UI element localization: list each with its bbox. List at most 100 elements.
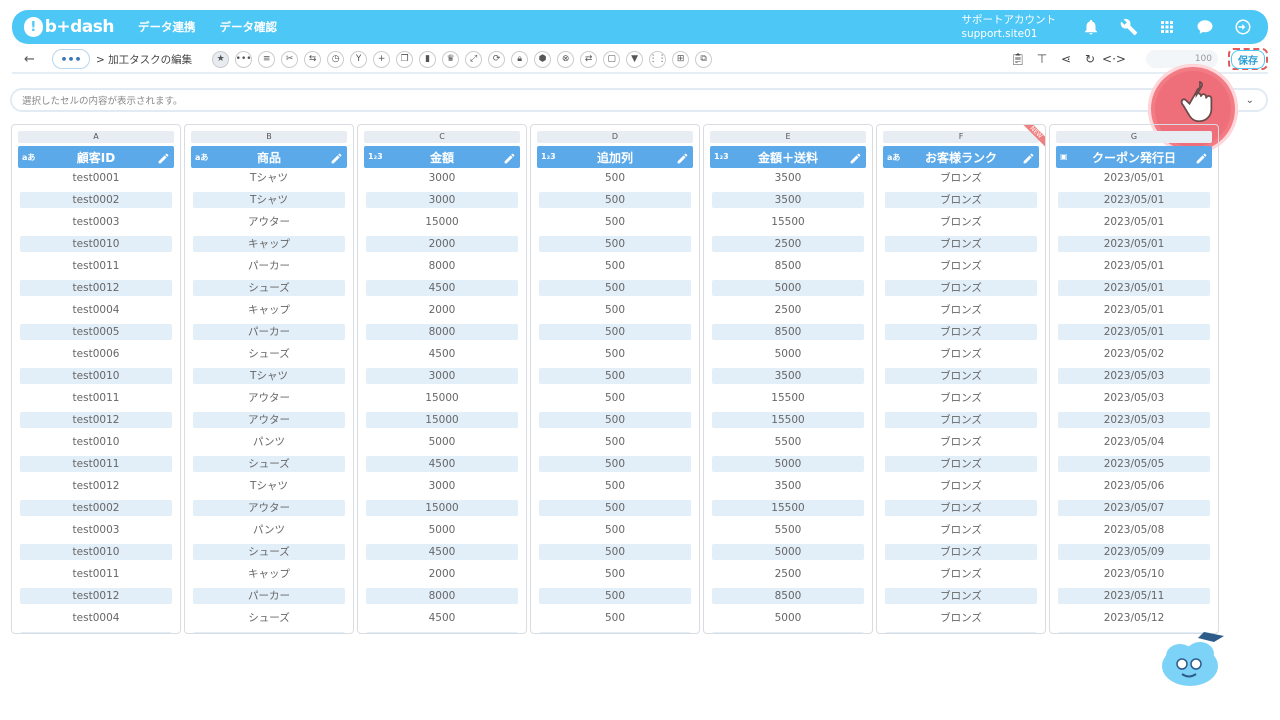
cell-content-bar[interactable]: 選択したセルの内容が表示されます。 ⌄ <box>10 88 1268 112</box>
nav-data-check[interactable]: データ確認 <box>220 19 278 35</box>
table-cell[interactable]: test0012 <box>20 412 172 432</box>
table-cell[interactable]: 4500 <box>366 610 518 630</box>
column-header[interactable]: aあ 顧客ID <box>18 146 174 168</box>
chevron-down-icon[interactable]: ⌄ <box>1246 95 1254 106</box>
nav-data-integration[interactable]: データ連携 <box>138 19 196 35</box>
table-cell[interactable]: ブロンズ <box>885 170 1037 190</box>
column-letter[interactable]: A <box>18 131 174 143</box>
table-cell[interactable]: 500 <box>539 324 691 344</box>
table-cell[interactable]: パーカー <box>193 588 345 608</box>
logo[interactable]: ! b+dash <box>24 17 115 37</box>
table-cell[interactable]: test0010 <box>20 368 172 388</box>
table-cell[interactable]: ブロンズ <box>885 456 1037 476</box>
table-cell[interactable]: ブロンズ <box>885 214 1037 234</box>
table-cell[interactable]: Tシャツ <box>193 478 345 498</box>
table-cell[interactable]: ブロンズ <box>885 632 1037 633</box>
table-cell[interactable]: シューズ <box>193 280 345 300</box>
code-icon[interactable]: <·> <box>1102 50 1126 68</box>
table-cell[interactable]: 15000 <box>366 412 518 432</box>
table-cell[interactable]: 8000 <box>366 324 518 344</box>
table-cell[interactable]: test0011 <box>20 456 172 476</box>
table-cell[interactable]: 2023/05/08 <box>1058 522 1210 542</box>
table-cell[interactable]: test0003 <box>20 522 172 542</box>
merge-tool-icon[interactable]: Y <box>350 50 368 68</box>
table-cell[interactable]: Tシャツ <box>193 170 345 190</box>
table-cell[interactable]: ブロンズ <box>885 192 1037 212</box>
table-cell[interactable]: 4500 <box>366 346 518 366</box>
box-tool-icon[interactable]: ⬢ <box>534 50 552 68</box>
lock-tool-icon[interactable]: 🔒︎ <box>511 50 529 68</box>
table-cell[interactable]: test0012 <box>20 478 172 498</box>
table-cell[interactable]: 2023/05/03 <box>1058 368 1210 388</box>
column-header[interactable]: 1₂3 金額 <box>364 146 520 168</box>
table-cell[interactable]: 8500 <box>712 324 864 344</box>
save-button[interactable]: 保存 <box>1228 48 1268 70</box>
pencil-edit-icon[interactable] <box>503 150 516 164</box>
table-cell[interactable]: 500 <box>539 544 691 564</box>
table-cell[interactable]: 8500 <box>712 588 864 608</box>
table-cell[interactable]: 3000 <box>366 170 518 190</box>
table-cell[interactable]: 2000 <box>366 236 518 256</box>
crown-tool-icon[interactable]: ♛ <box>442 50 460 68</box>
table-cell[interactable]: 8000 <box>366 588 518 608</box>
table-cell[interactable]: 2023/05/09 <box>1058 544 1210 564</box>
table-cell[interactable]: ブロンズ <box>885 544 1037 564</box>
table-cell[interactable]: パンツ <box>193 434 345 454</box>
table-cell[interactable]: シューズ <box>193 456 345 476</box>
table-cell[interactable]: test0003 <box>20 214 172 234</box>
table-cell[interactable]: 2023/05/01 <box>1058 280 1210 300</box>
table-cell[interactable]: 3500 <box>712 192 864 212</box>
table-cell[interactable]: 2000 <box>366 566 518 586</box>
table-cell[interactable]: 500 <box>539 192 691 212</box>
table-cell[interactable]: 2000 <box>366 302 518 322</box>
table-cell[interactable]: 3500 <box>712 368 864 388</box>
square-tool-icon[interactable]: ▢ <box>603 50 621 68</box>
table-cell[interactable]: 500 <box>539 500 691 520</box>
apps-grid-icon[interactable] <box>1156 16 1178 38</box>
table-cell[interactable]: test0010 <box>20 236 172 256</box>
table-cell[interactable]: ブロンズ <box>885 610 1037 630</box>
table-cell[interactable]: 3500 <box>712 478 864 498</box>
table-cell[interactable]: 2023/05/01 <box>1058 170 1210 190</box>
table-cell[interactable]: 500 <box>539 632 691 633</box>
table-cell[interactable]: test0002 <box>20 500 172 520</box>
table-cell[interactable]: 15000 <box>366 500 518 520</box>
table-cell[interactable]: キャップ <box>193 566 345 586</box>
table-cell[interactable]: 5000 <box>366 522 518 542</box>
table-cell[interactable]: 500 <box>539 280 691 300</box>
back-arrow-icon[interactable]: ← <box>24 52 40 67</box>
expand-tool-icon[interactable]: ⤢ <box>465 50 483 68</box>
table-cell[interactable]: ブロンズ <box>885 390 1037 410</box>
table-cell[interactable]: アウター <box>193 412 345 432</box>
table-cell[interactable]: ブロンズ <box>885 478 1037 498</box>
table-cell[interactable]: 15500 <box>712 214 864 234</box>
column-header[interactable]: 1₂3 金額＋送料 <box>710 146 866 168</box>
table-cell[interactable]: 500 <box>539 412 691 432</box>
delete-tool-icon[interactable]: ▮ <box>419 50 437 68</box>
table-cell[interactable]: Tシャツ <box>193 368 345 388</box>
column-letter[interactable]: E <box>710 131 866 143</box>
list-tool-icon[interactable]: ≡ <box>258 50 276 68</box>
table-cell[interactable]: ブロンズ <box>885 434 1037 454</box>
table-cell[interactable]: 2000 <box>366 632 518 633</box>
star-tool-icon[interactable]: ★ <box>212 50 230 68</box>
table-cell[interactable]: 3000 <box>366 478 518 498</box>
table-cell[interactable]: 2500 <box>712 632 864 633</box>
table-cell[interactable]: 500 <box>539 214 691 234</box>
table-cell[interactable]: 500 <box>539 368 691 388</box>
table-cell[interactable]: test0004 <box>20 610 172 630</box>
table-cell[interactable]: 5000 <box>366 434 518 454</box>
table-cell[interactable]: ブロンズ <box>885 566 1037 586</box>
column-header[interactable]: 1₂3 追加列 <box>537 146 693 168</box>
wrench-icon[interactable] <box>1118 16 1140 38</box>
table-cell[interactable]: 2023/05/04 <box>1058 434 1210 454</box>
table-cell[interactable]: 500 <box>539 566 691 586</box>
table-cell[interactable]: 15500 <box>712 412 864 432</box>
table-cell[interactable]: 2500 <box>712 302 864 322</box>
table-cell[interactable]: 500 <box>539 456 691 476</box>
table-cell[interactable]: test0011 <box>20 258 172 278</box>
table-cell[interactable]: ブロンズ <box>885 522 1037 542</box>
table-cell[interactable]: 3000 <box>366 368 518 388</box>
table-cell[interactable]: ブロンズ <box>885 500 1037 520</box>
column-letter[interactable]: D <box>537 131 693 143</box>
